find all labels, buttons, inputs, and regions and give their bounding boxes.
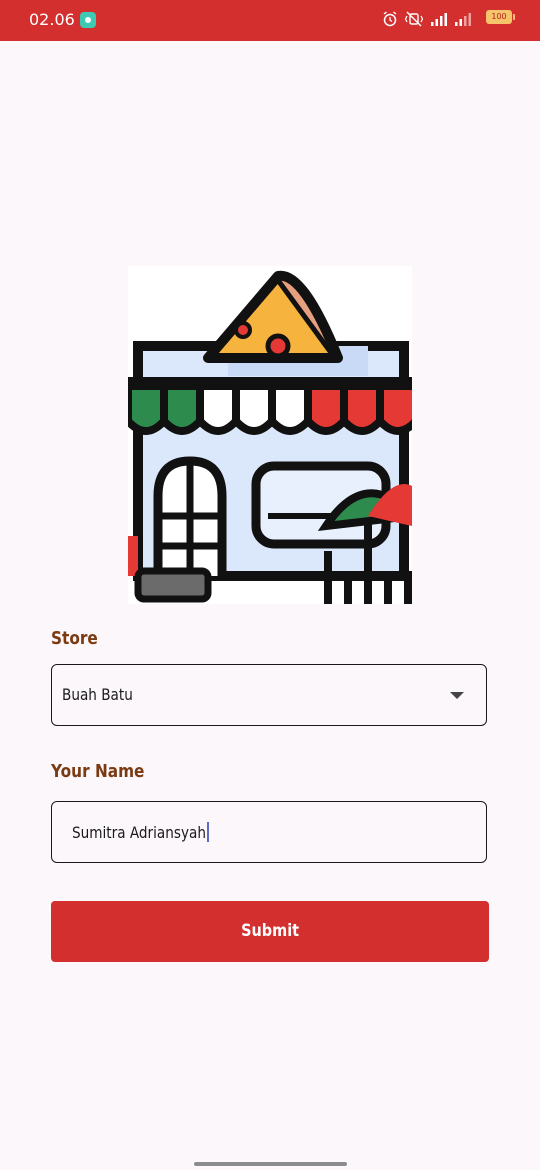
store-label: Store <box>51 628 98 649</box>
status-icons: 100 <box>382 10 515 30</box>
status-bar: 02.06 100 <box>0 0 540 41</box>
home-indicator[interactable] <box>194 1162 347 1166</box>
vibrate-icon <box>404 10 424 28</box>
battery-icon: 100 <box>486 10 515 24</box>
text-caret <box>206 822 209 842</box>
alarm-icon <box>382 10 398 28</box>
pizza-store-illustration <box>128 266 412 604</box>
submit-button[interactable]: Submit <box>51 901 489 962</box>
chat-app-icon <box>80 12 96 28</box>
name-label: Your Name <box>51 761 145 782</box>
battery-level: 100 <box>491 12 507 21</box>
submit-button-label: Submit <box>241 921 299 941</box>
signal-weak-icon <box>454 10 472 28</box>
status-time: 02.06 <box>29 10 75 29</box>
store-select[interactable]: Buah Batu <box>51 664 487 726</box>
name-input-value: Sumitra Adriansyah <box>72 822 209 842</box>
dropdown-arrow-icon <box>450 692 464 699</box>
signal-icon <box>430 10 448 28</box>
store-select-value: Buah Batu <box>62 685 133 704</box>
name-input[interactable]: Sumitra Adriansyah <box>51 801 487 863</box>
